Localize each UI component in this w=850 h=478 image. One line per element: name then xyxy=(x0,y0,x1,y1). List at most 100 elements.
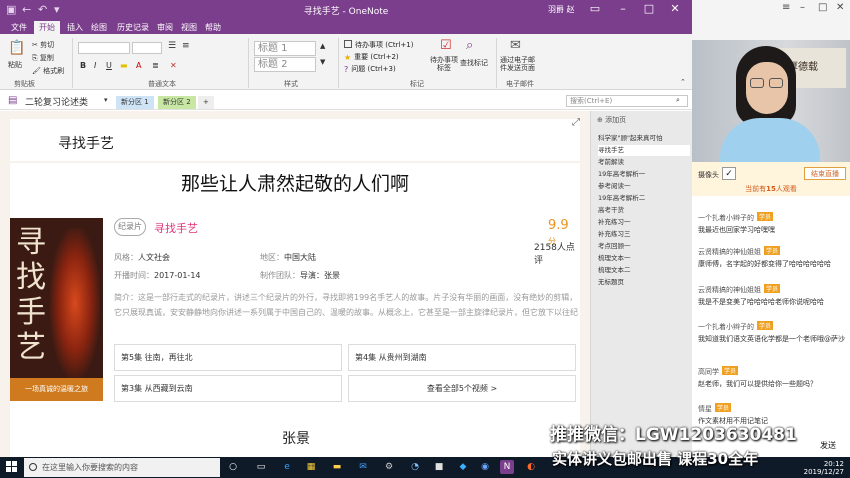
underline-button[interactable]: U xyxy=(106,61,112,70)
edge-icon[interactable]: e xyxy=(280,460,294,474)
store-icon[interactable]: ▦ xyxy=(304,460,318,474)
movie-name[interactable]: 寻找手艺 xyxy=(154,220,198,236)
collapse-ribbon-icon[interactable]: ⌃ xyxy=(680,78,686,86)
page-item[interactable]: 参考阅读一 xyxy=(598,181,690,192)
font-color-icon[interactable]: A xyxy=(136,61,141,70)
bold-button[interactable]: B xyxy=(80,61,86,70)
app-icon[interactable]: ◉ xyxy=(478,460,492,474)
style-scroll-down-icon[interactable]: ▼ xyxy=(320,58,325,66)
app-icon[interactable]: ◐ xyxy=(524,460,538,474)
user-name[interactable]: 羽爵 赵 xyxy=(548,4,575,15)
clear-format-icon[interactable]: ✕ xyxy=(170,61,177,70)
page-item[interactable]: 梳理文本二 xyxy=(598,265,690,276)
tag-important[interactable]: ★ 重要 (Ctrl+2) xyxy=(344,52,399,62)
notebook-name[interactable]: 二轮复习论述类 xyxy=(25,95,88,108)
stream-maximize-icon[interactable]: □ xyxy=(818,2,827,13)
font-family-select[interactable] xyxy=(78,42,130,54)
find-tags-button[interactable]: 查找标记 xyxy=(460,58,488,68)
todo-tag-button[interactable]: 待办事项 标签 xyxy=(430,56,458,72)
stream-menu-icon[interactable]: ≡ xyxy=(782,2,790,13)
tab-history[interactable]: 历史记录 xyxy=(112,21,154,34)
search-input[interactable]: 搜索(Ctrl+E) xyxy=(566,95,688,107)
poster-band: 一场真诚的温暖之旅 xyxy=(10,378,103,401)
tab-draw[interactable]: 绘图 xyxy=(86,21,112,34)
add-section-button[interactable]: + xyxy=(198,96,214,109)
page-item[interactable]: 19年高考解析二 xyxy=(598,193,690,204)
tab-view[interactable]: 视图 xyxy=(176,21,202,34)
app-icon[interactable]: ◆ xyxy=(456,460,470,474)
minimize-icon[interactable]: – xyxy=(612,2,634,18)
page-item[interactable]: 19年高考解析一 xyxy=(598,169,690,180)
numbering-icon[interactable]: ≡ xyxy=(182,41,190,51)
page-item[interactable]: 补充练习一 xyxy=(598,217,690,228)
ribbon-display-icon[interactable]: ▭ xyxy=(584,2,606,18)
section-tab-2[interactable]: 新分区 2 xyxy=(158,96,196,109)
notebook-dropdown-icon[interactable]: ▾ xyxy=(104,96,108,104)
page-canvas[interactable]: 寻找手艺 ⤢ 那些让人肃然起敬的人们啊 寻 找 手 艺 一场真诚的温暖之旅 纪录… xyxy=(0,111,590,457)
close-icon[interactable]: ✕ xyxy=(664,2,686,18)
page-item[interactable]: 补充练习三 xyxy=(598,229,690,240)
style-heading1[interactable]: 标题 1 xyxy=(254,41,316,56)
find-tags-icon[interactable]: ⌕ xyxy=(466,38,473,53)
send-button[interactable]: 发送 xyxy=(820,440,836,451)
tab-file[interactable]: 文件 xyxy=(6,21,32,34)
page-item[interactable]: 科学家"顾"起来真可怕 xyxy=(598,133,690,144)
tag-question[interactable]: ? 问题 (Ctrl+3) xyxy=(344,64,396,74)
onenote-taskbar-icon[interactable]: N xyxy=(500,460,514,474)
email-page-button[interactable]: 通过电子邮 件发送页面 xyxy=(500,56,535,72)
page-item[interactable]: 梳理文本一 xyxy=(598,253,690,264)
highlight-icon[interactable]: ▬ xyxy=(120,61,128,70)
email-page-icon[interactable]: ✉ xyxy=(510,38,521,53)
section-tab-1[interactable]: 新分区 1 xyxy=(116,96,154,109)
settings-gear-icon[interactable]: ⚙ xyxy=(382,460,396,474)
font-size-select[interactable] xyxy=(132,42,162,54)
page-item[interactable]: 无标题页 xyxy=(598,277,690,288)
tab-insert[interactable]: 插入 xyxy=(62,21,88,34)
bullets-icon[interactable]: ☰ xyxy=(168,41,176,51)
question-icon: ? xyxy=(344,65,349,74)
paste-button[interactable]: 粘贴 xyxy=(8,60,22,70)
app-icon[interactable]: ■ xyxy=(432,460,446,474)
copy-button[interactable]: ⎘ 复制 xyxy=(32,53,54,63)
tab-home[interactable]: 开始 xyxy=(34,21,60,34)
episode-link-3[interactable]: 第3集 从西藏到云南 xyxy=(114,375,342,402)
mail-icon[interactable]: ✉ xyxy=(356,460,370,474)
camera-checkbox[interactable]: ✓ xyxy=(722,167,736,180)
todo-tag-icon[interactable]: ☑ xyxy=(440,38,452,53)
cut-button[interactable]: ✂ 剪切 xyxy=(32,40,54,50)
clock-app-icon[interactable]: ◔ xyxy=(408,460,422,474)
folder-icon[interactable]: ▬ xyxy=(330,460,344,474)
title-bar: ▣ ← ↶ ▾ 寻找手艺 - OneNote 羽爵 赵 ▭ – □ ✕ xyxy=(0,0,692,20)
page-title[interactable]: 寻找手艺 xyxy=(58,133,114,153)
windows-start-icon[interactable] xyxy=(6,461,18,473)
task-view-icon[interactable]: ▭ xyxy=(254,460,268,474)
task-view-icon[interactable]: ○ xyxy=(226,460,240,474)
style-scroll-up-icon[interactable]: ▲ xyxy=(320,42,325,50)
episode-link-5[interactable]: 第5集 往南，再往北 xyxy=(114,344,342,371)
add-page-button[interactable]: ⊕ 添加页 xyxy=(597,115,626,125)
tab-review[interactable]: 审阅 xyxy=(152,21,178,34)
stream-close-icon[interactable]: ✕ xyxy=(836,2,844,13)
page-item[interactable]: 考前解读 xyxy=(598,157,690,168)
tab-help[interactable]: 帮助 xyxy=(200,21,226,34)
notebook-icon[interactable]: ▤ xyxy=(8,95,17,106)
ribbon-divider xyxy=(338,38,339,88)
view-all-videos-link[interactable]: 查看全部5个视频 > xyxy=(348,375,576,402)
system-clock[interactable]: 20:12 2019/12/27 xyxy=(786,460,844,476)
stream-minimize-icon[interactable]: – xyxy=(800,2,805,13)
expand-icon[interactable]: ⤢ xyxy=(572,117,580,128)
camera-label: 摄像头 xyxy=(698,171,719,179)
maximize-icon[interactable]: □ xyxy=(638,2,660,18)
episode-link-4[interactable]: 第4集 从贵州到湖南 xyxy=(348,344,576,371)
page-item[interactable]: 高考干货 xyxy=(598,205,690,216)
taskbar-search-input[interactable]: 在这里输入你要搜索的内容 xyxy=(24,458,220,477)
page-item[interactable]: 考点回顾一 xyxy=(598,241,690,252)
italic-button[interactable]: I xyxy=(94,61,96,70)
paste-icon[interactable]: 📋 xyxy=(8,40,25,56)
tag-todo[interactable]: 待办事项 (Ctrl+1) xyxy=(344,40,413,50)
align-icon[interactable]: ≣ xyxy=(152,61,159,70)
page-item-active[interactable]: 寻找手艺 xyxy=(598,145,690,156)
style-heading2[interactable]: 标题 2 xyxy=(254,57,316,72)
format-painter-button[interactable]: 🖌 格式刷 xyxy=(32,66,64,76)
end-stream-button[interactable]: 结束直播 xyxy=(804,167,846,180)
